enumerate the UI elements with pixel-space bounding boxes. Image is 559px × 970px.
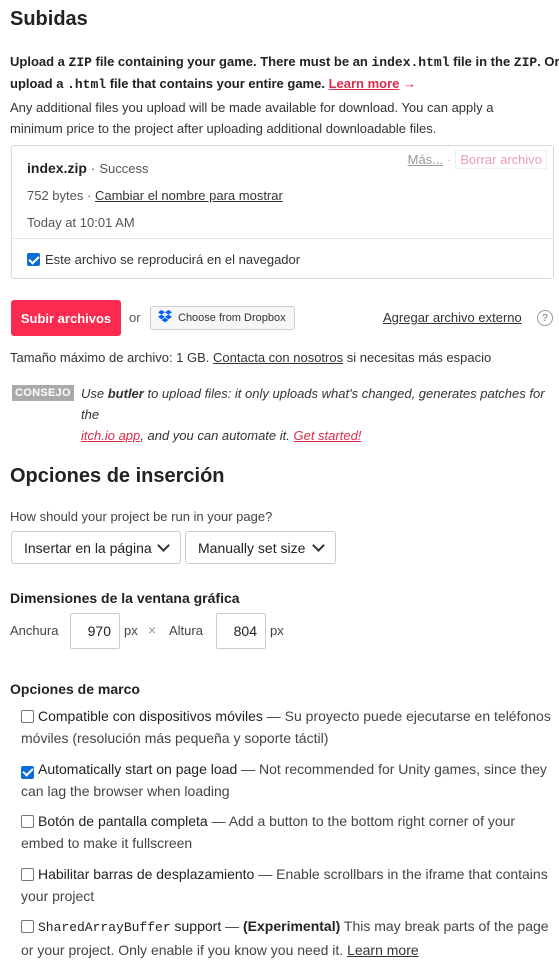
file-meta-row: 752 bytes · Cambiar el nombre para mostr… bbox=[27, 188, 283, 203]
browser-playable-row: Este archivo se reproducirá en el navega… bbox=[27, 252, 300, 267]
uploads-title: Subidas bbox=[10, 8, 88, 30]
learn-more-link[interactable]: Learn more bbox=[329, 76, 400, 91]
dropbox-button[interactable]: Choose from Dropbox bbox=[150, 306, 295, 330]
chevron-down-icon bbox=[157, 538, 170, 552]
or-label: or bbox=[129, 310, 141, 325]
sab-learn-more-link[interactable]: Learn more bbox=[347, 942, 419, 958]
dropbox-icon bbox=[158, 310, 172, 326]
frame-option-mobile: Compatible con dispositivos móviles — Su… bbox=[21, 708, 551, 746]
frame-option-fullscreen: Botón de pantalla completa — Add a butto… bbox=[21, 813, 516, 851]
autostart-checkbox[interactable] bbox=[21, 765, 34, 779]
upload-timestamp: Today at 10:01 AM bbox=[27, 215, 135, 230]
delete-file-button[interactable]: Borrar archivo bbox=[455, 150, 547, 169]
browser-playable-checkbox[interactable] bbox=[27, 253, 40, 266]
arrow-right-icon: → bbox=[403, 76, 417, 91]
file-name-row: index.zip · Success bbox=[27, 160, 149, 176]
frame-option-autostart: Automatically start on page load — Not r… bbox=[21, 761, 547, 799]
max-file-size-note: Tamaño máximo de archivo: 1 GB. Contacta… bbox=[10, 350, 492, 365]
itch-app-link[interactable]: itch.io app bbox=[81, 428, 140, 443]
help-icon[interactable]: ? bbox=[537, 310, 553, 326]
viewport-dimensions-title: Dimensiones de la ventana gráfica bbox=[10, 590, 240, 606]
intro-line-1: Upload a ZIP file containing your game. … bbox=[10, 54, 559, 70]
upload-files-button[interactable]: Subir archivos bbox=[11, 300, 121, 336]
mobile-friendly-checkbox[interactable] bbox=[21, 710, 34, 723]
file-actions: Más... · Borrar archivo bbox=[408, 150, 547, 169]
tip-badge: CONSEJO bbox=[12, 385, 74, 401]
embed-options-title: Opciones de inserción bbox=[10, 465, 225, 487]
frame-option-sharedarraybuffer: SharedArrayBuffer support — (Experimenta… bbox=[21, 918, 549, 958]
file-size: 752 bytes bbox=[27, 188, 84, 203]
frame-option-scrollbars: Habilitar barras de desplazamiento — Ena… bbox=[21, 866, 548, 904]
fullscreen-button-checkbox[interactable] bbox=[21, 815, 34, 828]
dropbox-label: Choose from Dropbox bbox=[178, 312, 286, 324]
height-input[interactable]: 804 bbox=[216, 613, 266, 649]
width-input[interactable]: 970 bbox=[70, 613, 120, 649]
width-label: Anchura bbox=[10, 623, 59, 638]
butler-tip: Use butler to upload files: it only uplo… bbox=[81, 386, 545, 443]
height-unit: px bbox=[270, 623, 284, 638]
width-unit: px bbox=[124, 623, 138, 638]
frame-options-title: Opciones de marco bbox=[10, 681, 140, 697]
times-icon: × bbox=[148, 622, 157, 638]
get-started-link[interactable]: Get started! bbox=[293, 428, 361, 443]
more-options-link[interactable]: Más... bbox=[408, 152, 443, 167]
chevron-down-icon bbox=[312, 538, 325, 552]
browser-playable-label: Este archivo se reproducirá en el navega… bbox=[45, 252, 301, 267]
extra-files-line-2: minimum price to the project after uploa… bbox=[10, 121, 437, 136]
intro-line-2: upload a .html file that contains your e… bbox=[10, 76, 417, 92]
upload-status: Success bbox=[99, 161, 149, 176]
sharedarraybuffer-checkbox[interactable] bbox=[21, 920, 34, 933]
add-external-file-link[interactable]: Agregar archivo externo bbox=[383, 310, 522, 325]
uploaded-file-card: index.zip · Success Más... · Borrar arch… bbox=[11, 145, 554, 279]
uploads-intro: Upload a ZIP file containing your game. … bbox=[10, 51, 559, 139]
scrollbars-checkbox[interactable] bbox=[21, 868, 34, 881]
embed-mode-select[interactable]: Insertar en la página bbox=[11, 531, 181, 564]
embed-question: How should your project be run in your p… bbox=[10, 509, 273, 524]
extra-files-line-1: Any additional files you upload will be … bbox=[10, 100, 494, 115]
rename-display-link[interactable]: Cambiar el nombre para mostrar bbox=[95, 188, 283, 203]
embed-size-select[interactable]: Manually set size bbox=[185, 531, 336, 564]
card-divider bbox=[12, 238, 553, 239]
contact-us-link[interactable]: Contacta con nosotros bbox=[213, 350, 343, 365]
height-label: Altura bbox=[169, 623, 203, 638]
frame-options-list: Compatible con dispositivos móviles — Su… bbox=[21, 705, 551, 967]
file-name: index.zip bbox=[27, 160, 87, 176]
